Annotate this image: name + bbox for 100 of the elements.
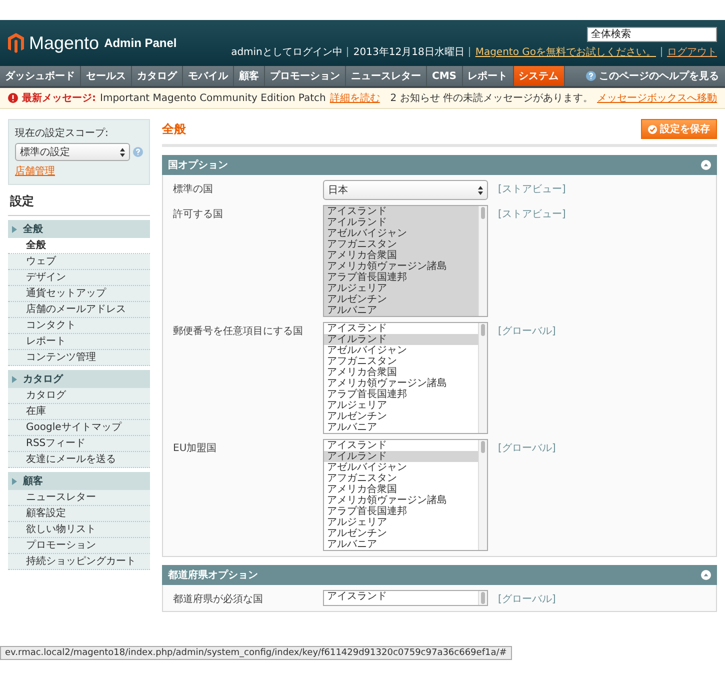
nav-tab[interactable]: システム [514, 66, 564, 86]
help-link[interactable]: このページのヘルプを見る [580, 66, 725, 86]
country-list[interactable]: アイスランド アイルランド アゼルバイジャン アフガニスタン アメリカ合衆国 アメリカ領ヴァージン諸島 アラブ首長国連邦 アルジェリア アルゼンチン アルバニア [323, 439, 488, 551]
status-url: ev.rmac.local2/magento18/index.php/admin/system_config/index/key/f611429d91320c0759c97a36c669ef1a/# [0, 646, 512, 660]
list-option[interactable]: アルバニア [324, 539, 478, 550]
triangle-icon [12, 478, 17, 484]
sidebar-item[interactable]: 通貨セットアップ [8, 286, 150, 302]
sidebar-item[interactable]: 持続ショッピングカート [8, 554, 150, 570]
scrollbar[interactable] [478, 591, 487, 605]
section-header[interactable]: 都道府県オプション [162, 565, 717, 585]
nav-tab[interactable]: CMS [427, 66, 462, 86]
sidebar-item[interactable]: ウェブ [8, 254, 150, 270]
list-option[interactable]: アルジェリア [324, 517, 478, 528]
dropdown-arrows-icon [478, 186, 483, 194]
sidebar-item[interactable]: 全般 [8, 238, 150, 254]
sidebar-item[interactable]: 顧客設定 [8, 506, 150, 522]
list-option[interactable]: アメリカ合衆国 [324, 367, 478, 378]
list-option[interactable]: アイスランド [324, 591, 478, 602]
help-icon [586, 71, 596, 81]
scope-text: [ストアビュー] [498, 183, 567, 196]
scrollbar[interactable] [478, 206, 487, 316]
logout-link[interactable]: ログアウト [667, 45, 717, 59]
check-icon [648, 124, 657, 134]
list-option[interactable]: アフガニスタン [324, 473, 478, 484]
list-option[interactable]: アフガニスタン [324, 356, 478, 367]
scope-text: [グローバル] [498, 325, 557, 338]
list-option[interactable]: アイルランド [324, 334, 478, 345]
notice-text: 2 お知らせ 件の未読メッセージがあります。 [390, 92, 593, 105]
sidebar-group[interactable]: 顧客 [8, 472, 150, 490]
alert-icon [8, 93, 18, 103]
list-option[interactable]: アルゼンチン [324, 411, 478, 422]
list-option[interactable]: アメリカ合衆国 [324, 484, 478, 495]
sidebar-title: 設定 [8, 185, 150, 216]
country-list[interactable]: アイスランド [323, 590, 488, 606]
page-title: 全般 [162, 120, 186, 138]
help-icon[interactable] [133, 147, 143, 157]
nav-tab[interactable]: モバイル [183, 66, 234, 86]
triangle-icon [12, 226, 17, 232]
dropdown-arrows-icon [120, 148, 125, 156]
sidebar-item[interactable]: ニュースレター [8, 490, 150, 506]
list-option[interactable]: アルバニア [324, 422, 478, 433]
scope-select[interactable]: 標準の設定 [15, 143, 130, 161]
user-info: adminとしてログイン中 [231, 46, 342, 59]
field-label: 許可する国 [173, 208, 224, 221]
list-option[interactable]: アイスランド [324, 323, 478, 334]
sidebar-item[interactable]: 欲しい物リスト [8, 522, 150, 538]
logo-subtitle: Admin Panel [104, 36, 177, 50]
list-option[interactable]: アラブ首長国連邦 [324, 389, 478, 400]
sidebar-group[interactable]: カタログ [8, 370, 150, 388]
field-label: 標準の国 [173, 182, 214, 196]
scope-text: [ストアビュー] [498, 208, 567, 221]
scrollbar[interactable] [478, 323, 487, 433]
list-option[interactable]: アイルランド [324, 451, 478, 462]
triangle-icon [12, 376, 17, 382]
country-list[interactable]: アイスランド アイルランド アゼルバイジャン アフガニスタン アメリカ合衆国 アメリカ領ヴァージン諸島 アラブ首長国連邦 アルジェリア アルゼンチン アルバニア [323, 205, 488, 317]
sidebar-item[interactable]: プロモーション [8, 538, 150, 554]
nav-tab[interactable]: ダッシュボード [0, 66, 81, 86]
search-field[interactable]: 全体検索 [587, 27, 717, 42]
sidebar-item[interactable]: 在庫 [8, 404, 150, 420]
sidebar-item[interactable]: カタログ [8, 388, 150, 404]
list-option[interactable]: アメリカ領ヴァージン諸島 [324, 378, 478, 389]
promo-link[interactable]: Magento Goを無料でお試しください。 [475, 45, 656, 59]
logo-text: Magento [29, 32, 100, 54]
section-header[interactable]: 国オプション [162, 155, 717, 175]
sidebar-item[interactable]: 友達にメールを送る [8, 452, 150, 468]
field-label: 郵便番号を任意項目にする国 [173, 324, 304, 338]
list-option[interactable]: アルジェリア [324, 400, 478, 411]
collapse-icon[interactable] [701, 570, 711, 580]
nav-tab[interactable]: 顧客 [234, 66, 265, 86]
scope-text: [グローバル] [498, 593, 557, 606]
scrollbar[interactable] [478, 440, 487, 550]
field-label: 都道府県が必須な国 [173, 592, 264, 606]
nav-tab[interactable]: ニュースレター [346, 66, 427, 86]
sidebar-item[interactable]: RSSフィード [8, 436, 150, 452]
collapse-icon[interactable] [701, 160, 711, 170]
date-text: 2013年12月18日水曜日 [353, 46, 464, 59]
message-text: Important Magento Community Edition Patch [100, 92, 326, 104]
sidebar-item[interactable]: 店舗のメールアドレス [8, 302, 150, 318]
message-label: 最新メッセージ: [22, 91, 96, 105]
scope-text: [グローバル] [498, 442, 557, 455]
field-label: EU加盟国 [173, 442, 218, 455]
sidebar-group[interactable]: 全般 [8, 220, 150, 238]
country-select[interactable]: 日本 [323, 180, 488, 200]
scope-label: 現在の設定スコープ: [15, 126, 110, 140]
sidebar-item[interactable]: レポート [8, 334, 150, 350]
list-option[interactable]: アメリカ領ヴァージン諸島 [324, 495, 478, 506]
list-option[interactable]: アルゼンチン [324, 528, 478, 539]
nav-tab[interactable]: カタログ [132, 66, 183, 86]
sidebar-item[interactable]: Googleサイトマップ [8, 420, 150, 436]
sidebar-item[interactable]: コンタクト [8, 318, 150, 334]
nav-tab[interactable]: プロモーション [265, 66, 346, 86]
country-list[interactable]: アイスランド アイルランド アゼルバイジャン アフガニスタン アメリカ合衆国 アメリカ領ヴァージン諸島 アラブ首長国連邦 アルジェリア アルゼンチン アルバニア [323, 322, 488, 434]
sidebar-item[interactable]: デザイン [8, 270, 150, 286]
sidebar-item[interactable]: コンテンツ管理 [8, 350, 150, 366]
list-option[interactable]: アゼルバイジャン [324, 462, 478, 473]
list-option[interactable]: アゼルバイジャン [324, 345, 478, 356]
logo-icon [8, 33, 24, 53]
list-option[interactable]: アラブ首長国連邦 [324, 506, 478, 517]
list-option[interactable]: アイスランド [324, 440, 478, 451]
nav-tab[interactable]: セールス [81, 66, 132, 86]
